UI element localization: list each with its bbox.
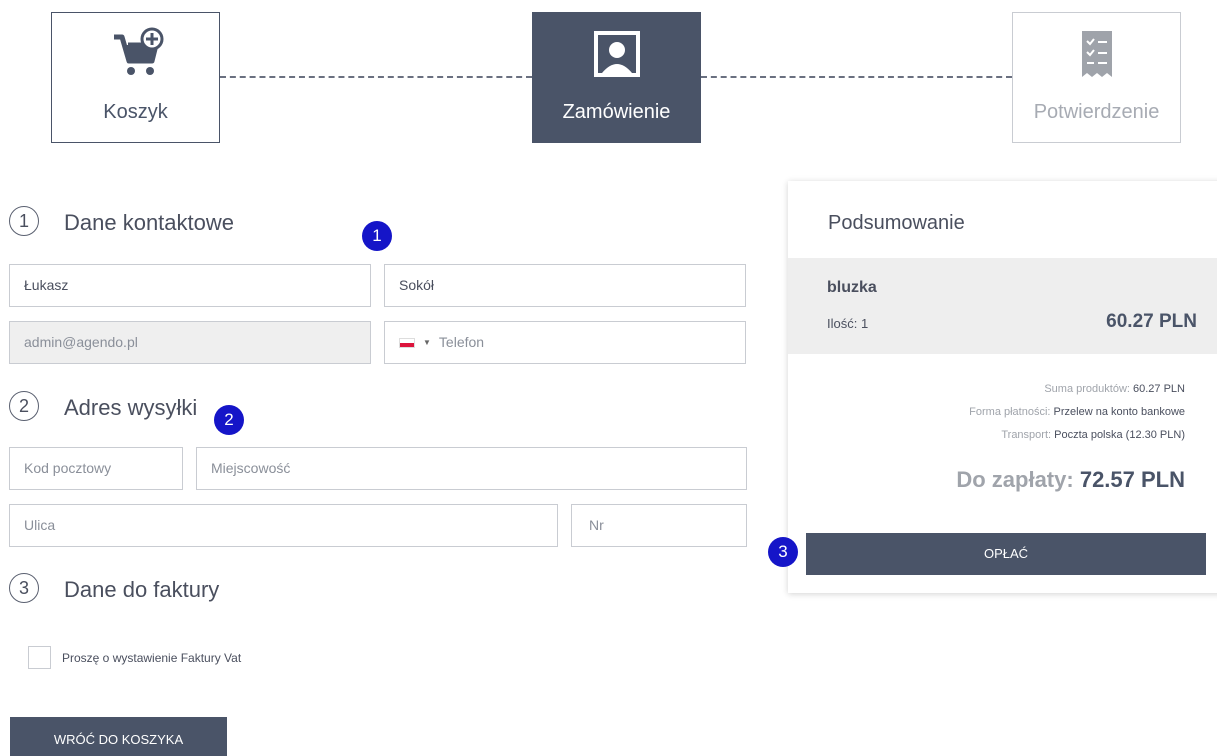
phone-input[interactable]: ▼ Telefon <box>384 321 746 364</box>
section-title-contact: Dane kontaktowe <box>64 210 234 235</box>
step-label: Zamówienie <box>562 101 671 123</box>
street-input[interactable]: Ulica <box>9 504 558 547</box>
pay-button[interactable]: OPŁAĆ <box>806 533 1206 575</box>
payment-method-label: Forma płatności: <box>969 406 1051 418</box>
annotation-badge: 3 <box>768 537 798 567</box>
step-zamowienie[interactable]: Zamówienie <box>532 12 701 143</box>
products-sum-label: Suma produktów: <box>1044 383 1130 395</box>
annotation-badge: 2 <box>214 405 244 435</box>
transport-value: Poczta polska (12.30 PLN) <box>1054 429 1185 441</box>
back-to-cart-button[interactable]: WRÓĆ DO KOSZYKA <box>10 717 227 756</box>
invoice-checkbox-label[interactable]: Proszę o wystawienie Faktury Vat <box>62 651 241 665</box>
payment-method: Forma płatności: Przelew na konto bankow… <box>969 406 1185 418</box>
item-quantity: Ilość: 1 <box>827 316 869 331</box>
phone-placeholder: Telefon <box>438 334 485 350</box>
step-label: Potwierdzenie <box>1033 101 1160 123</box>
summary-item-row: bluzka Ilość: 1 60.27 PLN <box>788 258 1217 354</box>
payment-method-value: Przelew na konto bankowe <box>1053 406 1185 418</box>
annotation-badge: 1 <box>362 221 392 251</box>
products-sum: Suma produktów: 60.27 PLN <box>1044 383 1185 395</box>
step-koszyk[interactable]: Koszyk <box>51 12 220 143</box>
transport-label: Transport: <box>1001 429 1052 441</box>
step-potwierdzenie[interactable]: Potwierdzenie <box>1012 12 1181 143</box>
house-number-input[interactable]: Nr <box>571 504 747 547</box>
last-name-input[interactable]: Sokół <box>384 264 746 307</box>
city-input[interactable]: Miejscowość <box>196 447 747 490</box>
order-summary-panel: Podsumowanie bluzka Ilość: 1 60.27 PLN S… <box>788 181 1217 593</box>
transport: Transport: Poczta polska (12.30 PLN) <box>1001 429 1185 441</box>
item-price: 60.27 PLN <box>1106 311 1197 332</box>
invoice-checkbox[interactable] <box>28 646 51 669</box>
item-name: bluzka <box>827 279 877 296</box>
section-number: 3 <box>9 573 39 603</box>
poland-flag-icon[interactable] <box>399 338 415 348</box>
user-portrait-icon <box>593 31 640 77</box>
postal-code-input[interactable]: Kod pocztowy <box>9 447 183 490</box>
chevron-down-icon[interactable]: ▼ <box>423 322 431 363</box>
first-name-input[interactable]: Łukasz <box>9 264 371 307</box>
step-connector <box>220 76 532 78</box>
section-title-invoice: Dane do faktury <box>64 577 220 602</box>
products-sum-value: 60.27 PLN <box>1133 383 1185 395</box>
cart-plus-icon <box>113 27 163 75</box>
email-field[interactable]: admin@agendo.pl <box>9 321 371 364</box>
section-number: 2 <box>9 391 39 421</box>
total-value: 72.57 PLN <box>1079 467 1185 492</box>
summary-title: Podsumowanie <box>828 212 965 234</box>
step-connector <box>701 76 1012 78</box>
total-to-pay: Do zapłaty: 72.57 PLN <box>956 467 1185 493</box>
step-label: Koszyk <box>103 101 168 123</box>
checklist-icon <box>1081 31 1112 77</box>
section-title-shipping: Adres wysyłki <box>64 395 198 420</box>
section-number: 1 <box>9 206 39 236</box>
total-label: Do zapłaty: <box>956 467 1074 492</box>
